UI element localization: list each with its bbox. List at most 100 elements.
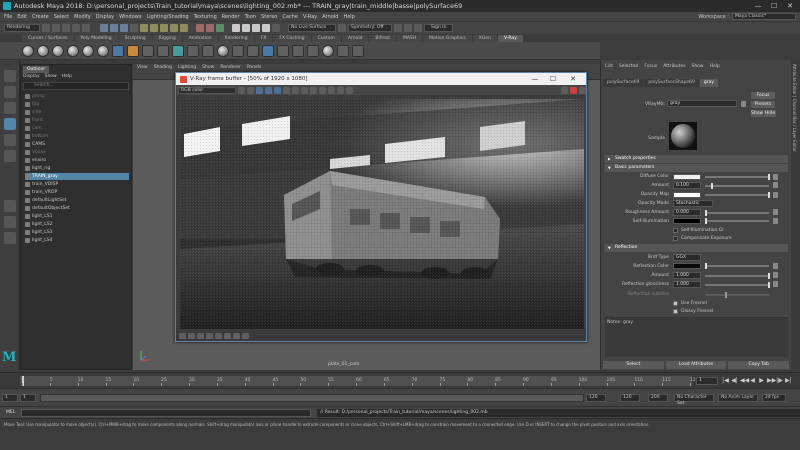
diffuse-color-slider[interactable] <box>705 174 770 180</box>
symmetry-dropdown[interactable]: Symmetry: Off <box>348 24 392 32</box>
viewport-menu-panels[interactable]: Panels <box>247 65 261 70</box>
viewport-menu-renderer[interactable]: Renderer <box>220 65 241 70</box>
output-ops-icon[interactable] <box>206 24 214 32</box>
tab-motion-graphics[interactable]: Motion Graphics <box>423 35 472 42</box>
vray-settings-icon[interactable] <box>352 44 364 57</box>
snap-point-icon[interactable] <box>160 24 168 32</box>
vray-fur-icon[interactable] <box>217 44 229 57</box>
menu-vray[interactable]: V-Ray <box>303 14 317 20</box>
outliner-item[interactable]: light_LS3 <box>25 229 52 236</box>
vray-proxy-icon[interactable] <box>202 44 214 57</box>
vfb-stamp-icon[interactable] <box>224 333 231 339</box>
reflection-amount-field[interactable]: 1.000 <box>673 272 701 279</box>
side-panel-tabs[interactable]: Attribute Editor | Channel Box / Layer E… <box>791 60 800 370</box>
vray-vfb-icon[interactable] <box>262 44 274 57</box>
hypershade-icon[interactable] <box>272 24 280 32</box>
vfb-clone-icon[interactable] <box>247 86 254 94</box>
menu-edit[interactable]: Edit <box>17 14 27 20</box>
outliner-item[interactable]: defaultLightSet <box>25 197 66 204</box>
vray-ies-light-icon[interactable] <box>172 44 184 57</box>
ae-tab-poly-surface[interactable]: polySurface69 <box>603 79 644 87</box>
tab-curves-surfaces[interactable]: Curves / Surfaces <box>22 35 74 42</box>
close-button[interactable]: ✕ <box>784 1 796 11</box>
open-scene-icon[interactable] <box>52 24 60 32</box>
vray-plane-icon[interactable] <box>232 44 244 57</box>
vfb-mono-icon[interactable] <box>292 86 299 94</box>
step-forward-key-button[interactable]: |▶ <box>776 377 783 384</box>
reflection-amount-slider[interactable] <box>705 273 770 279</box>
ipr-render-icon[interactable] <box>252 24 260 32</box>
animation-end-field-2[interactable]: 200 <box>648 394 668 402</box>
menu-create[interactable]: Create <box>32 14 49 20</box>
tab-fx[interactable]: FX <box>254 35 273 42</box>
outliner-menu-help[interactable]: Help <box>62 74 72 79</box>
outliner-item[interactable]: front <box>25 117 43 124</box>
vray-dome-light-icon[interactable] <box>142 44 154 57</box>
outliner-search-input[interactable]: Search... <box>23 82 129 90</box>
lasso-tool-icon[interactable] <box>4 86 16 98</box>
vfb-lens-effects-icon[interactable] <box>346 86 353 94</box>
material-name-field[interactable]: gray <box>667 100 737 107</box>
focus-button[interactable]: Focus <box>751 92 775 99</box>
outliner-item[interactable]: defaultObjectSet <box>25 205 70 212</box>
opacity-map-swatch[interactable] <box>673 192 701 198</box>
opacity-map-button[interactable] <box>773 192 778 198</box>
outliner-item[interactable]: light_LS1 <box>25 213 52 220</box>
ae-tab-gray[interactable]: gray <box>699 79 719 87</box>
play-forwards-button[interactable]: ▶ <box>758 377 765 384</box>
vfb-settings-icon[interactable] <box>579 86 586 94</box>
menu-lighting-shading[interactable]: Lighting/Shading <box>146 14 188 20</box>
vray-sphere-light-icon[interactable] <box>127 44 139 57</box>
opacity-mode-dropdown[interactable]: Stochastic <box>673 200 713 207</box>
vray-sun-icon[interactable] <box>157 44 169 57</box>
step-back-frame-button[interactable]: ◀◀ <box>740 377 749 384</box>
reflection-color-swatch[interactable] <box>673 263 701 269</box>
step-back-key-button[interactable]: ◀| <box>731 377 738 384</box>
scale-tool-icon[interactable] <box>4 150 16 162</box>
diffuse-amount-field[interactable]: 0.100 <box>673 182 701 189</box>
reflection-amount-map-button[interactable] <box>773 272 778 278</box>
vfb-green-channel-icon[interactable] <box>265 86 272 94</box>
vfb-blue-channel-icon[interactable] <box>274 86 281 94</box>
hide-button[interactable]: Hide <box>764 110 776 117</box>
workspace-dropdown[interactable]: Maya Classic* <box>732 13 796 20</box>
vray-render-icon[interactable] <box>277 44 289 57</box>
tab-poly-modeling[interactable]: Poly Modeling <box>74 35 118 42</box>
render-settings-icon[interactable] <box>262 24 270 32</box>
input-ops-icon[interactable] <box>196 24 204 32</box>
tab-vray[interactable]: V-Ray <box>497 35 523 42</box>
copy-tab-button[interactable]: Copy Tab <box>728 361 790 369</box>
tab-arnold[interactable]: Arnold <box>341 35 369 42</box>
menu-select[interactable]: Select <box>54 14 69 20</box>
diffuse-color-swatch[interactable] <box>673 174 701 180</box>
anim-layer-dropdown[interactable]: No Anim Layer <box>718 394 758 402</box>
construction-history-icon[interactable] <box>216 24 224 32</box>
outliner-item[interactable]: bottom <box>25 133 48 140</box>
tab-rendering[interactable]: Rendering <box>218 35 254 42</box>
vray-icon[interactable] <box>394 24 402 32</box>
menu-render[interactable]: Render <box>222 14 240 20</box>
snap-grid-icon[interactable] <box>140 24 148 32</box>
menu-toon[interactable]: Toon <box>245 14 257 20</box>
outliner-tab[interactable]: Outliner <box>23 66 50 73</box>
menu-texturing[interactable]: Texturing <box>194 14 217 20</box>
vfb-render-image[interactable] <box>180 99 584 329</box>
load-attributes-button[interactable]: Load Attributes <box>665 361 727 369</box>
menu-display[interactable]: Display <box>96 14 114 20</box>
vfb-stop-icon[interactable] <box>561 86 568 94</box>
render-icon[interactable] <box>404 24 412 32</box>
outliner-item[interactable]: train_VROP <box>25 189 57 196</box>
diffuse-amount-slider[interactable] <box>705 183 769 189</box>
maximize-button[interactable]: ☐ <box>768 1 780 11</box>
vfb-channel-dropdown[interactable]: RGB color <box>178 86 236 94</box>
vray-fast-sss-icon[interactable] <box>82 44 94 57</box>
persp-outliner-layout-icon[interactable] <box>4 232 16 244</box>
outliner-item[interactable]: side <box>25 109 41 116</box>
reflection-color-slider[interactable] <box>705 263 769 269</box>
outliner-item[interactable]: train_VDISP <box>25 181 58 188</box>
reflection-glossiness-field[interactable]: 1.000 <box>673 281 701 288</box>
ae-menu-attributes[interactable]: Attributes <box>663 64 685 69</box>
material-goto-icon[interactable] <box>741 101 746 107</box>
vfb-srgb-icon[interactable] <box>188 333 195 339</box>
render-view-icon[interactable] <box>232 24 240 32</box>
